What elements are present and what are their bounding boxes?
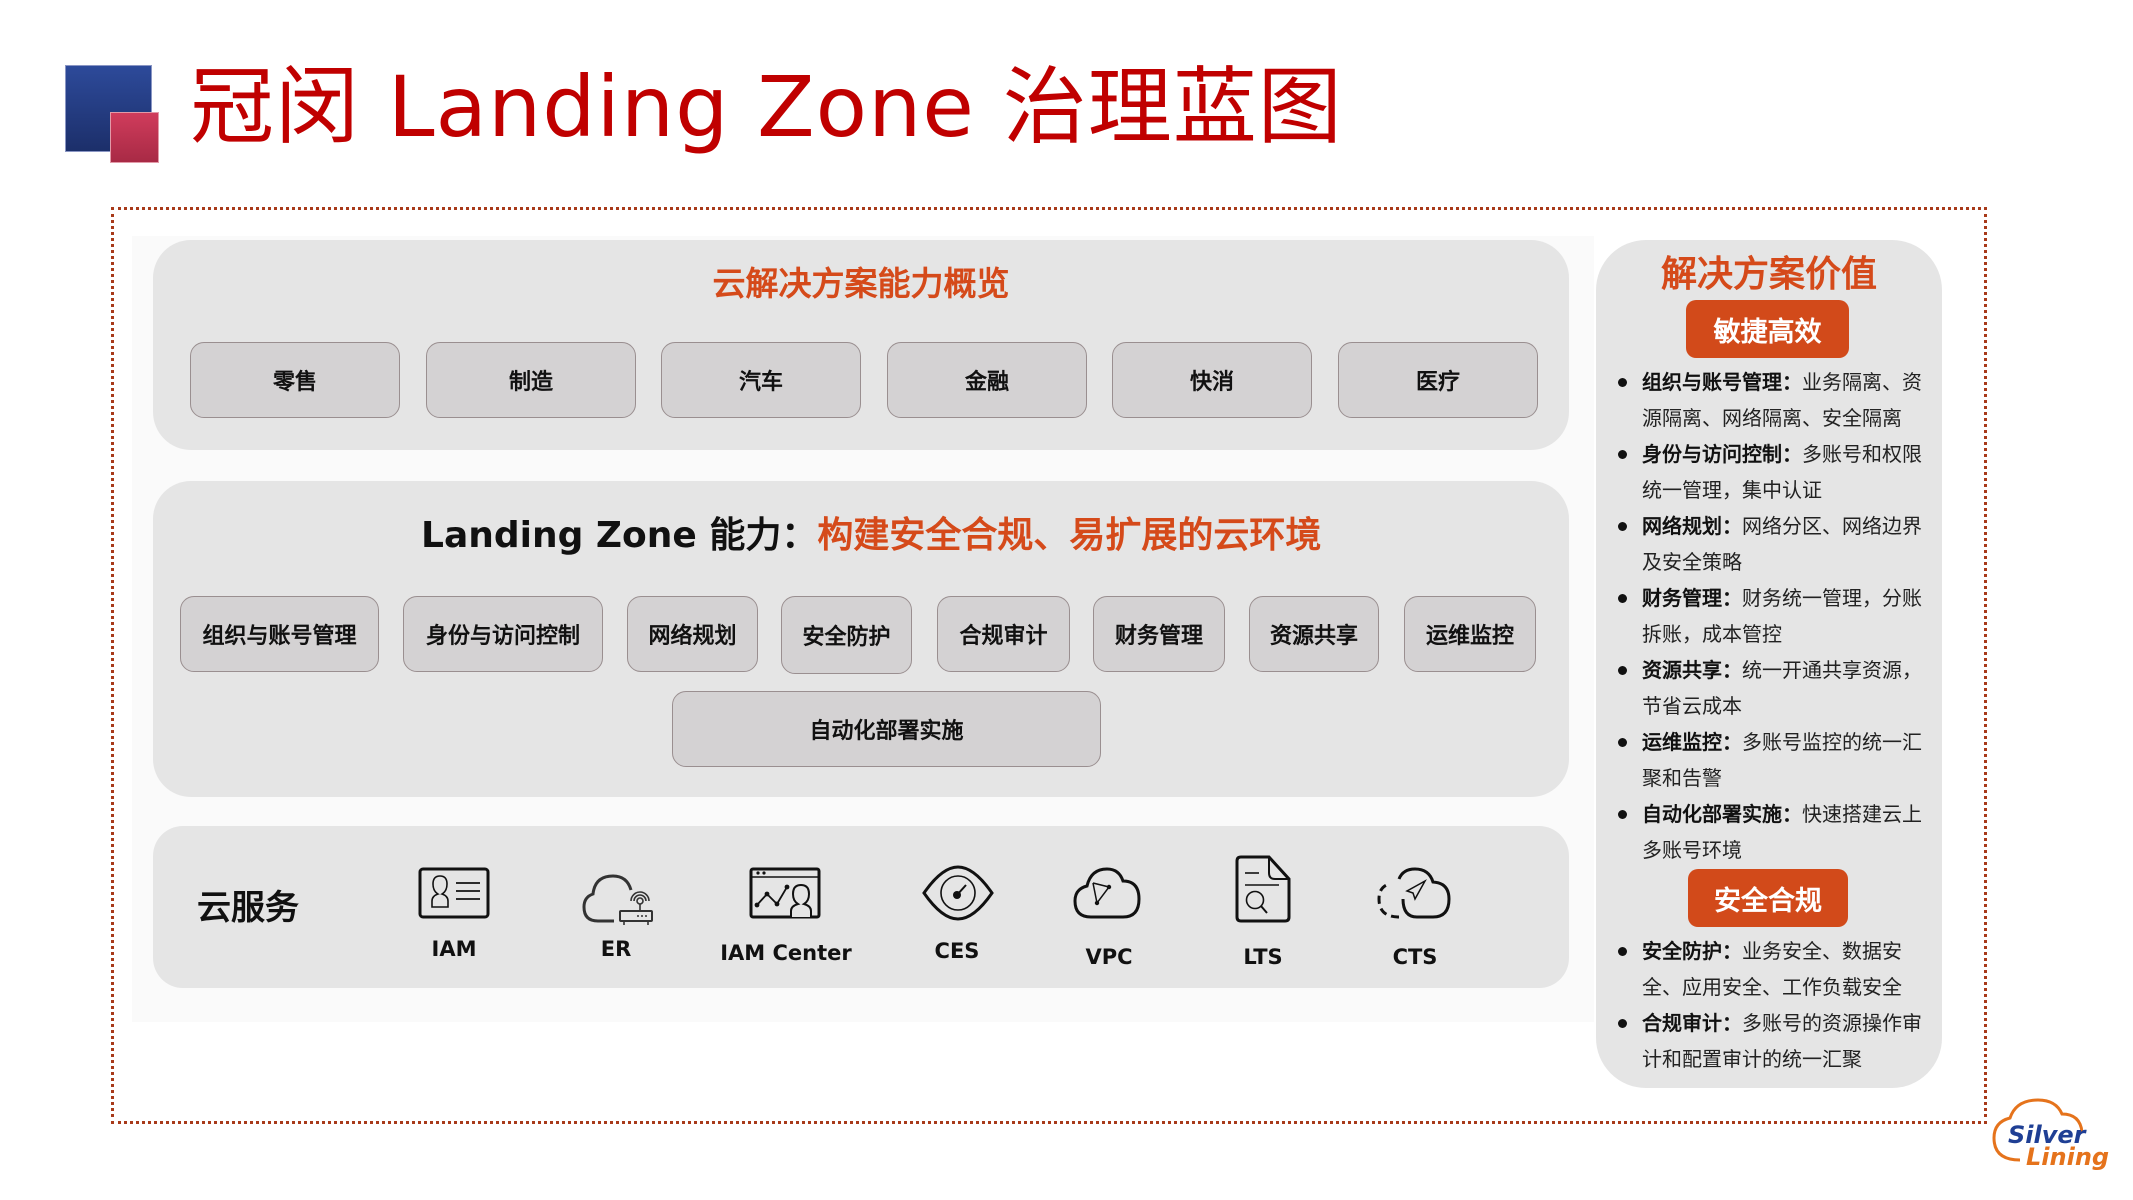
industry-pill-healthcare[interactable]: 医疗 [1338, 342, 1538, 418]
industry-pill-retail[interactable]: 零售 [190, 342, 400, 418]
dashboard-user-icon [749, 867, 821, 919]
badge-agile: 敏捷高效 [1686, 300, 1849, 358]
service-label: IAM Center [720, 941, 852, 965]
page-title: 冠闵 Landing Zone 治理蓝图 [190, 58, 1343, 156]
industry-pill-automotive[interactable]: 汽车 [661, 342, 861, 418]
bullet-item: 合规审计：多账号的资源操作审计和配置审计的统一汇聚 [1610, 1005, 1940, 1077]
id-card-icon [418, 867, 490, 919]
service-label: CTS [1392, 945, 1438, 969]
silverlining-logo: Silver Lining [1990, 1096, 2109, 1176]
capability-pill-org-account[interactable]: 组织与账号管理 [180, 596, 379, 672]
bullet-item: 安全防护：业务安全、数据安全、应用安全、工作负载安全 [1610, 933, 1940, 1005]
capability-pill-compliance[interactable]: 合规审计 [937, 596, 1070, 672]
bullet-item: 财务管理：财务统一管理，分账拆账，成本管控 [1610, 580, 1940, 652]
industry-pill-fmcg[interactable]: 快消 [1112, 342, 1312, 418]
capability-pill-identity-access[interactable]: 身份与访问控制 [403, 596, 603, 672]
capabilities-section: Landing Zone 能力：构建安全合规、易扩展的云环境 组织与账号管理 身… [153, 481, 1569, 797]
badge-compliance: 安全合规 [1688, 869, 1848, 927]
compliance-bullet-list: 安全防护：业务安全、数据安全、应用安全、工作负载安全 合规审计：多账号的资源操作… [1610, 933, 1940, 1077]
industry-pill-manufacturing[interactable]: 制造 [426, 342, 636, 418]
value-panel-title: 解决方案价值 [1660, 254, 1877, 295]
bullet-item: 资源共享：统一开通共享资源，节省云成本 [1610, 652, 1940, 724]
agile-bullet-list: 组织与账号管理：业务隔离、资源隔离、网络隔离、安全隔离 身份与访问控制：多账号和… [1610, 364, 1940, 868]
eye-gauge-icon [922, 865, 994, 921]
industry-pill-finance[interactable]: 金融 [887, 342, 1087, 418]
capability-pill-resource-sharing[interactable]: 资源共享 [1249, 596, 1379, 672]
cloud-trace-icon [1377, 867, 1451, 919]
log-search-icon [1235, 855, 1291, 923]
capability-pill-ops-monitoring[interactable]: 运维监控 [1404, 596, 1536, 672]
bullet-item: 身份与访问控制：多账号和权限统一管理，集中认证 [1610, 436, 1940, 508]
cloud-router-icon [582, 874, 653, 925]
cloud-services-section: 云服务 IAM ER IAM Center CES VPC LTS CTS [153, 826, 1569, 988]
capability-pill-finance[interactable]: 财务管理 [1093, 596, 1225, 672]
capability-pill-network[interactable]: 网络规划 [627, 596, 758, 672]
overview-section: 云解决方案能力概览 零售 制造 汽车 金融 快消 医疗 [153, 240, 1569, 450]
cloud-network-icon [1073, 867, 1141, 919]
cloud-services-label: 云服务 [197, 888, 299, 928]
bullet-item: 运维监控：多账号监控的统一汇聚和告警 [1610, 724, 1940, 796]
brand-lining: Lining [2026, 1143, 2110, 1171]
bullet-item: 自动化部署实施：快速搭建云上多账号环境 [1610, 796, 1940, 868]
bullet-item: 组织与账号管理：业务隔离、资源隔离、网络隔离、安全隔离 [1610, 364, 1940, 436]
value-panel: 解决方案价值 敏捷高效 组织与账号管理：业务隔离、资源隔离、网络隔离、安全隔离 … [1596, 240, 1942, 1088]
overview-title: 云解决方案能力概览 [712, 264, 1010, 303]
capabilities-title: Landing Zone 能力：构建安全合规、易扩展的云环境 [421, 513, 1321, 559]
bullet-item: 网络规划：网络分区、网络边界及安全策略 [1610, 508, 1940, 580]
capabilities-title-highlight: 构建安全合规、易扩展的云环境 [817, 515, 1322, 556]
capability-pill-security[interactable]: 安全防护 [781, 596, 912, 674]
logo-red-square [110, 112, 159, 163]
capabilities-title-prefix: Landing Zone 能力： [421, 515, 818, 556]
capability-pill-automation[interactable]: 自动化部署实施 [672, 691, 1101, 767]
